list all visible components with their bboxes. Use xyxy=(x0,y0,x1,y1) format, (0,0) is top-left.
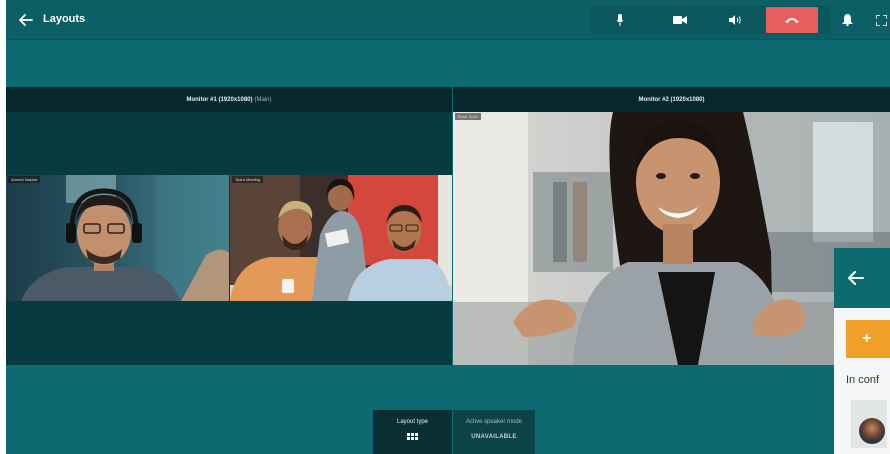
monitor-2: Monitor #2 (1920x1080) Rose Scott xyxy=(453,87,890,365)
arrow-left-icon xyxy=(848,271,864,285)
app-window: Layouts Monitor #1 (1920x1080) (Main) Ah… xyxy=(6,0,890,454)
layout-controls: Layout type Active speaker mode UNAVAILA… xyxy=(373,410,535,454)
call-controls xyxy=(590,6,830,34)
video-camera-icon xyxy=(673,16,687,24)
in-conference-label: In conf xyxy=(846,374,880,386)
camera-button[interactable] xyxy=(658,6,702,34)
avatar[interactable] xyxy=(851,400,887,448)
video-tile[interactable]: Rose Scott xyxy=(453,112,890,365)
participant-video xyxy=(230,175,452,301)
bell-icon xyxy=(841,14,853,26)
participant-video xyxy=(6,175,229,301)
panel-back-button[interactable] xyxy=(834,248,890,308)
arrow-left-icon xyxy=(19,14,33,26)
add-participant-button[interactable]: + xyxy=(846,320,890,358)
video-tile[interactable]: Team Meeting xyxy=(230,175,452,301)
fullscreen-button[interactable] xyxy=(866,6,890,34)
monitor-1: Monitor #1 (1920x1080) (Main) Ahmed Nass… xyxy=(6,87,452,365)
microphone-button[interactable] xyxy=(598,6,642,34)
participants-panel: + In conf xyxy=(834,248,890,454)
speaker-button[interactable] xyxy=(714,6,758,34)
layout-type-button[interactable]: Layout type xyxy=(373,410,452,454)
monitor-2-header: Monitor #2 (1920x1080) xyxy=(453,87,890,112)
fullscreen-icon xyxy=(875,14,887,26)
active-speaker-label: Active speaker mode xyxy=(465,419,523,425)
monitor-1-name: Monitor #1 (1920x1080) xyxy=(186,96,253,103)
avatar-image xyxy=(859,418,885,444)
monitor-2-name: Monitor #2 (1920x1080) xyxy=(638,96,705,103)
participant-video xyxy=(453,112,890,365)
monitor-1-header: Monitor #1 (1920x1080) (Main) xyxy=(6,87,452,112)
back-button[interactable] xyxy=(14,8,38,32)
speaker-icon xyxy=(729,15,741,25)
monitor-1-suffix: (Main) xyxy=(254,96,272,103)
hang-up-button[interactable] xyxy=(766,7,818,33)
participant-name-label: Ahmed Nasser xyxy=(8,176,41,183)
participant-name-label: Rose Scott xyxy=(455,113,481,120)
phone-hangup-icon xyxy=(785,18,799,23)
grid-icon xyxy=(407,433,418,440)
layout-type-label: Layout type xyxy=(396,419,429,425)
microphone-icon xyxy=(616,14,624,26)
active-speaker-status: UNAVAILABLE xyxy=(471,434,517,440)
monitor-1-canvas: Ahmed Nasser Team Meeting xyxy=(6,112,452,365)
video-tile[interactable]: Ahmed Nasser xyxy=(6,175,229,301)
notifications-button[interactable] xyxy=(832,6,862,34)
active-speaker-mode-button[interactable]: Active speaker mode UNAVAILABLE xyxy=(453,410,535,454)
participant-name-label: Team Meeting xyxy=(232,176,264,183)
top-bar: Layouts xyxy=(6,0,890,40)
monitor-2-canvas: Rose Scott xyxy=(453,112,890,365)
page-title: Layouts xyxy=(43,13,86,25)
